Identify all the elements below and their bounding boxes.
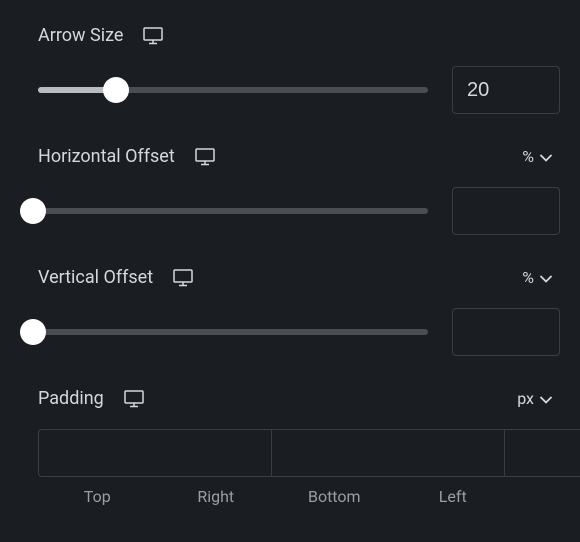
arrow-size-control: Arrow Size — [20, 25, 560, 114]
padding-bottom-label: Bottom — [275, 487, 394, 506]
horizontal-offset-control: Horizontal Offset % — [20, 146, 560, 235]
padding-right-label: Right — [157, 487, 276, 506]
desktop-icon[interactable] — [195, 148, 215, 166]
slider-thumb[interactable] — [20, 319, 46, 345]
desktop-icon[interactable] — [173, 269, 193, 287]
horizontal-offset-input[interactable] — [452, 187, 560, 235]
desktop-icon[interactable] — [124, 390, 144, 408]
arrow-size-header: Arrow Size — [20, 25, 560, 46]
padding-left-label: Left — [394, 487, 513, 506]
unit-label: % — [522, 147, 534, 166]
vertical-offset-label: Vertical Offset — [38, 267, 153, 288]
horizontal-offset-label: Horizontal Offset — [38, 146, 175, 167]
arrow-size-slider[interactable] — [38, 87, 428, 93]
arrow-size-slider-row — [20, 66, 560, 114]
vertical-offset-slider[interactable] — [33, 329, 428, 335]
padding-top-label: Top — [38, 487, 157, 506]
padding-right-input[interactable] — [271, 429, 504, 477]
unit-label: px — [517, 389, 534, 408]
vertical-offset-slider-row — [20, 308, 560, 356]
horizontal-offset-header: Horizontal Offset % — [20, 146, 560, 167]
unit-label: % — [522, 268, 534, 287]
chevron-down-icon — [540, 389, 552, 408]
chevron-down-icon — [540, 268, 552, 287]
padding-top-input[interactable] — [38, 429, 271, 477]
arrow-size-label: Arrow Size — [38, 25, 123, 46]
slider-thumb[interactable] — [103, 77, 129, 103]
vertical-offset-header: Vertical Offset % — [20, 267, 560, 288]
chevron-down-icon — [540, 147, 552, 166]
padding-labels-row: Top Right Bottom Left — [20, 487, 560, 506]
vertical-offset-unit-selector[interactable]: % — [522, 268, 560, 287]
vertical-offset-control: Vertical Offset % — [20, 267, 560, 356]
padding-label: Padding — [38, 388, 104, 409]
padding-inputs-row — [20, 429, 560, 477]
vertical-offset-input[interactable] — [452, 308, 560, 356]
padding-control: Padding px Top Right Bottom Left — [20, 388, 560, 506]
padding-header: Padding px — [20, 388, 560, 409]
padding-unit-selector[interactable]: px — [517, 389, 560, 408]
horizontal-offset-unit-selector[interactable]: % — [522, 147, 560, 166]
horizontal-offset-slider-row — [20, 187, 560, 235]
spacer — [512, 487, 560, 506]
horizontal-offset-slider[interactable] — [33, 208, 428, 214]
slider-thumb[interactable] — [20, 198, 46, 224]
desktop-icon[interactable] — [143, 27, 163, 45]
padding-bottom-input[interactable] — [504, 429, 580, 477]
arrow-size-input[interactable] — [452, 66, 560, 114]
